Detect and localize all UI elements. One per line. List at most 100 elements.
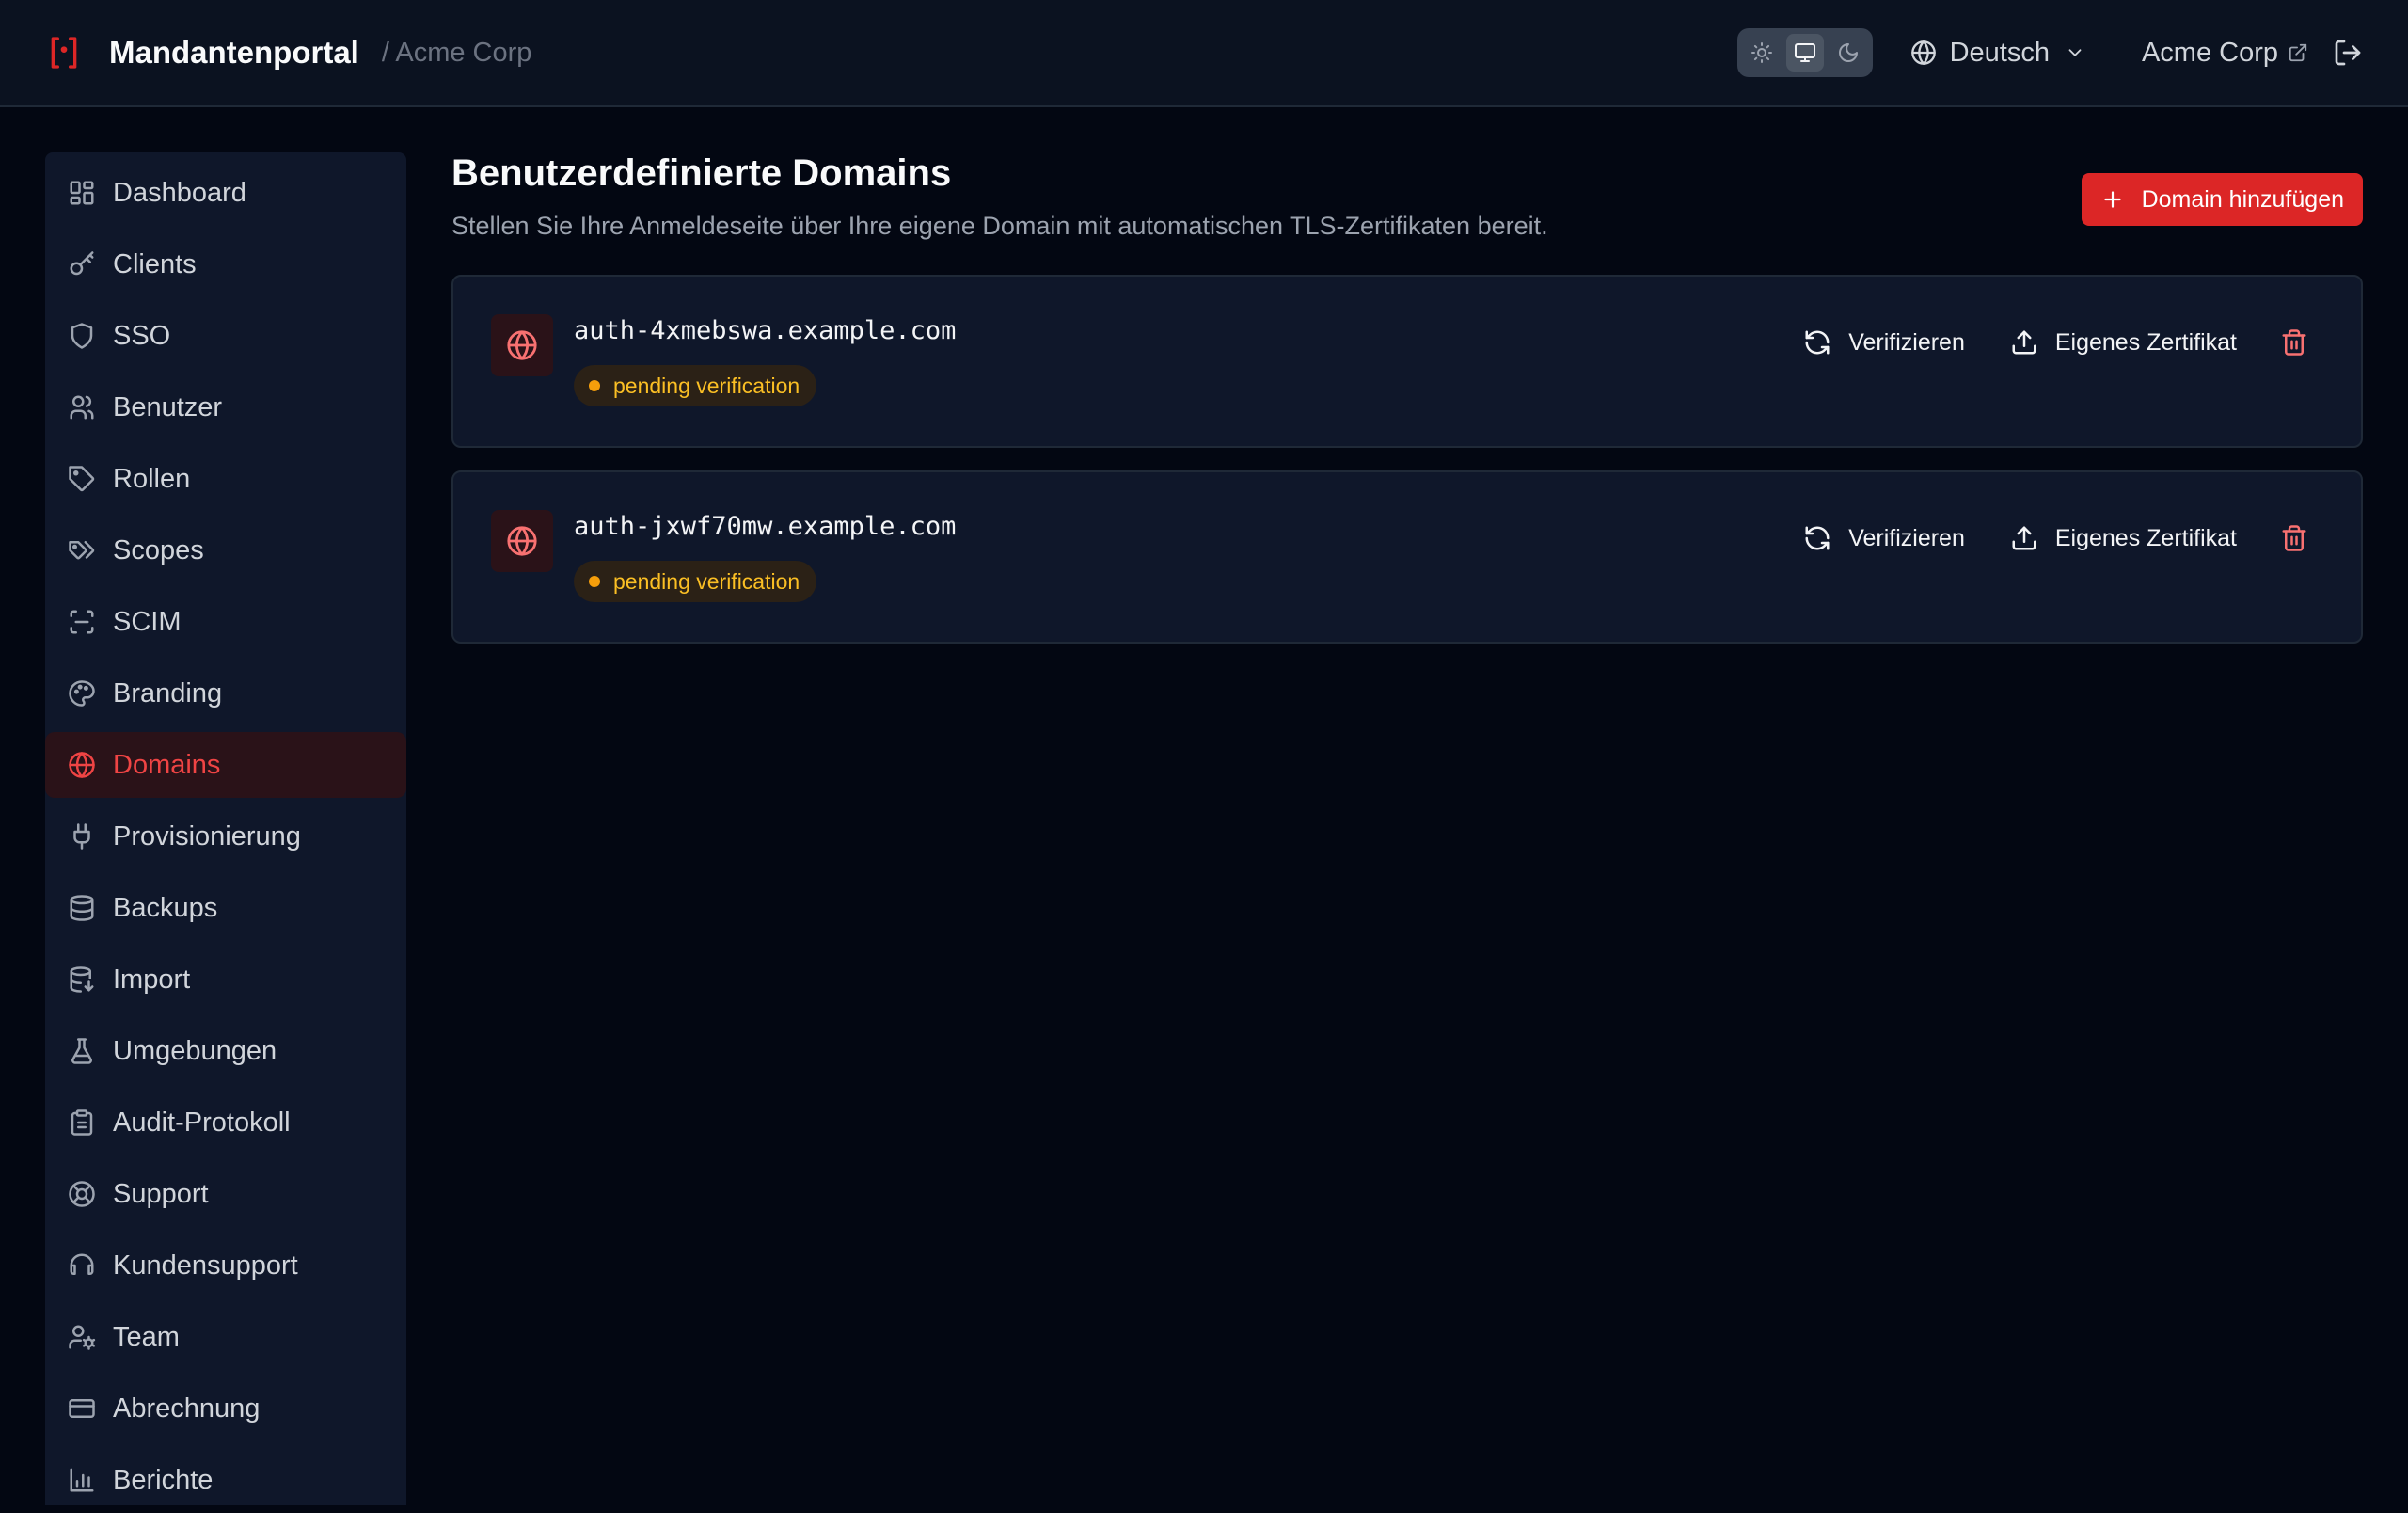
tags-icon bbox=[68, 536, 96, 565]
database-import-icon bbox=[68, 965, 96, 994]
sidebar-item-label: Branding bbox=[113, 677, 223, 709]
sidebar-item-label: Rollen bbox=[113, 463, 191, 494]
upload-icon bbox=[2010, 524, 2038, 552]
globe-icon bbox=[506, 329, 538, 361]
add-domain-button[interactable]: Domain hinzufügen bbox=[2081, 173, 2363, 226]
palette-icon bbox=[68, 679, 96, 708]
status-label: pending verification bbox=[613, 568, 800, 594]
dashboard-icon bbox=[68, 179, 96, 207]
sidebar-item-label: SSO bbox=[113, 320, 171, 351]
sidebar-item-branding[interactable]: Branding bbox=[45, 661, 406, 726]
external-link-icon bbox=[2288, 42, 2308, 63]
tenant-link-label: Acme Corp bbox=[2141, 37, 2278, 68]
verify-label: Verifizieren bbox=[1848, 328, 1965, 356]
domain-name: auth-jxwf70mw.example.com bbox=[574, 512, 957, 541]
top-header: Mandantenportal / Acme Corp Deutsch Acme… bbox=[0, 0, 2408, 107]
clipboard-icon bbox=[68, 1108, 96, 1137]
theme-switcher bbox=[1736, 28, 1873, 77]
dark-theme-button[interactable] bbox=[1830, 34, 1867, 72]
sidebar-item-label: Benutzer bbox=[113, 391, 223, 422]
sidebar-item-abrechnung[interactable]: Abrechnung bbox=[45, 1376, 406, 1441]
domain-card: auth-4xmebswa.example.com pending verifi… bbox=[452, 275, 2363, 448]
trash-icon[interactable] bbox=[2280, 524, 2308, 552]
sidebar-item-support[interactable]: Support bbox=[45, 1161, 406, 1227]
bar-chart-icon bbox=[68, 1466, 96, 1494]
sidebar-item-label: Domains bbox=[113, 749, 221, 780]
logo-icon bbox=[45, 34, 83, 72]
main-content: Benutzerdefinierte Domains Stellen Sie I… bbox=[452, 152, 2363, 644]
sidebar-item-clients[interactable]: Clients bbox=[45, 231, 406, 297]
globe-icon bbox=[68, 751, 96, 779]
verify-button[interactable]: Verifizieren bbox=[1803, 328, 1965, 357]
app-title: Mandantenportal bbox=[109, 35, 359, 70]
sidebar-item-backups[interactable]: Backups bbox=[45, 875, 406, 941]
upload-icon bbox=[2010, 328, 2038, 357]
domain-actions: Verifizieren Eigenes Zertifikat bbox=[1758, 324, 2308, 361]
sidebar-nav: Dashboard Clients SSO Benutzer Rollen Sc… bbox=[45, 152, 406, 1505]
domain-name: auth-4xmebswa.example.com bbox=[574, 316, 957, 345]
logout-icon[interactable] bbox=[2333, 38, 2363, 68]
sidebar-item-label: Berichte bbox=[113, 1464, 214, 1495]
sidebar-item-provisionierung[interactable]: Provisionierung bbox=[45, 804, 406, 869]
status-dot bbox=[589, 380, 600, 391]
plug-icon bbox=[68, 822, 96, 851]
sidebar-item-team[interactable]: Team bbox=[45, 1304, 406, 1370]
language-select[interactable]: Deutsch bbox=[1910, 38, 2099, 69]
domain-list: auth-4xmebswa.example.com pending verifi… bbox=[452, 275, 2363, 644]
chevron-down-icon bbox=[2065, 42, 2085, 63]
trash-icon[interactable] bbox=[2280, 328, 2308, 357]
sidebar-item-dashboard[interactable]: Dashboard bbox=[45, 160, 406, 226]
status-dot bbox=[589, 576, 600, 587]
domain-card: auth-jxwf70mw.example.com pending verifi… bbox=[452, 470, 2363, 644]
sidebar-item-label: Import bbox=[113, 964, 191, 995]
system-theme-button[interactable] bbox=[1785, 34, 1824, 72]
sidebar-item-audit-protokoll[interactable]: Audit-Protokoll bbox=[45, 1090, 406, 1155]
plus-icon bbox=[2100, 187, 2125, 212]
sidebar-item-sso[interactable]: SSO bbox=[45, 303, 406, 369]
sidebar-item-label: Clients bbox=[113, 248, 197, 279]
sidebar-item-label: Team bbox=[113, 1321, 180, 1352]
add-domain-label: Domain hinzufügen bbox=[2141, 185, 2344, 213]
tag-icon bbox=[68, 465, 96, 493]
upload-certificate-button[interactable]: Eigenes Zertifikat bbox=[2010, 524, 2237, 552]
tenant-breadcrumb: / Acme Corp bbox=[381, 37, 532, 68]
credit-card-icon bbox=[68, 1394, 96, 1423]
sidebar-item-label: Provisionierung bbox=[113, 820, 301, 852]
sidebar-item-umgebungen[interactable]: Umgebungen bbox=[45, 1018, 406, 1084]
sidebar-item-label: Scopes bbox=[113, 534, 204, 565]
monitor-icon bbox=[1794, 41, 1816, 64]
sidebar-item-rollen[interactable]: Rollen bbox=[45, 446, 406, 512]
sidebar-item-label: SCIM bbox=[113, 606, 182, 637]
page-subtitle: Stellen Sie Ihre Anmeldeseite über Ihre … bbox=[452, 212, 1548, 240]
certificate-label: Eigenes Zertifikat bbox=[2054, 524, 2237, 551]
upload-certificate-button[interactable]: Eigenes Zertifikat bbox=[2010, 328, 2237, 357]
key-icon bbox=[68, 250, 96, 279]
certificate-label: Eigenes Zertifikat bbox=[2054, 328, 2237, 356]
sidebar-item-scopes[interactable]: Scopes bbox=[45, 518, 406, 583]
sidebar-item-kundensupport[interactable]: Kundensupport bbox=[45, 1233, 406, 1298]
sidebar-item-domains[interactable]: Domains bbox=[45, 732, 406, 798]
sidebar-item-scim[interactable]: SCIM bbox=[45, 589, 406, 655]
globe-icon bbox=[506, 525, 538, 557]
headset-icon bbox=[68, 1251, 96, 1280]
domain-icon-box bbox=[491, 314, 553, 376]
light-theme-button[interactable] bbox=[1743, 34, 1781, 72]
sun-icon bbox=[1751, 41, 1773, 64]
domain-icon-box bbox=[491, 510, 553, 572]
sidebar-item-label: Abrechnung bbox=[113, 1393, 261, 1424]
page-title: Benutzerdefinierte Domains bbox=[452, 152, 952, 194]
scan-icon bbox=[68, 608, 96, 636]
sidebar-item-label: Audit-Protokoll bbox=[113, 1107, 291, 1138]
sidebar-item-berichte[interactable]: Berichte bbox=[45, 1447, 406, 1513]
verify-button[interactable]: Verifizieren bbox=[1803, 524, 1965, 552]
sidebar-item-label: Support bbox=[113, 1178, 209, 1209]
status-badge: pending verification bbox=[574, 561, 817, 602]
sidebar-item-benutzer[interactable]: Benutzer bbox=[45, 374, 406, 440]
header-actions: Deutsch Acme Corp bbox=[1736, 28, 2363, 77]
user-cog-icon bbox=[68, 1323, 96, 1351]
shield-icon bbox=[68, 322, 96, 350]
sidebar-item-label: Umgebungen bbox=[113, 1035, 277, 1066]
sidebar-item-import[interactable]: Import bbox=[45, 947, 406, 1012]
refresh-icon bbox=[1803, 328, 1831, 357]
tenant-external-link[interactable]: Acme Corp bbox=[2142, 38, 2308, 69]
